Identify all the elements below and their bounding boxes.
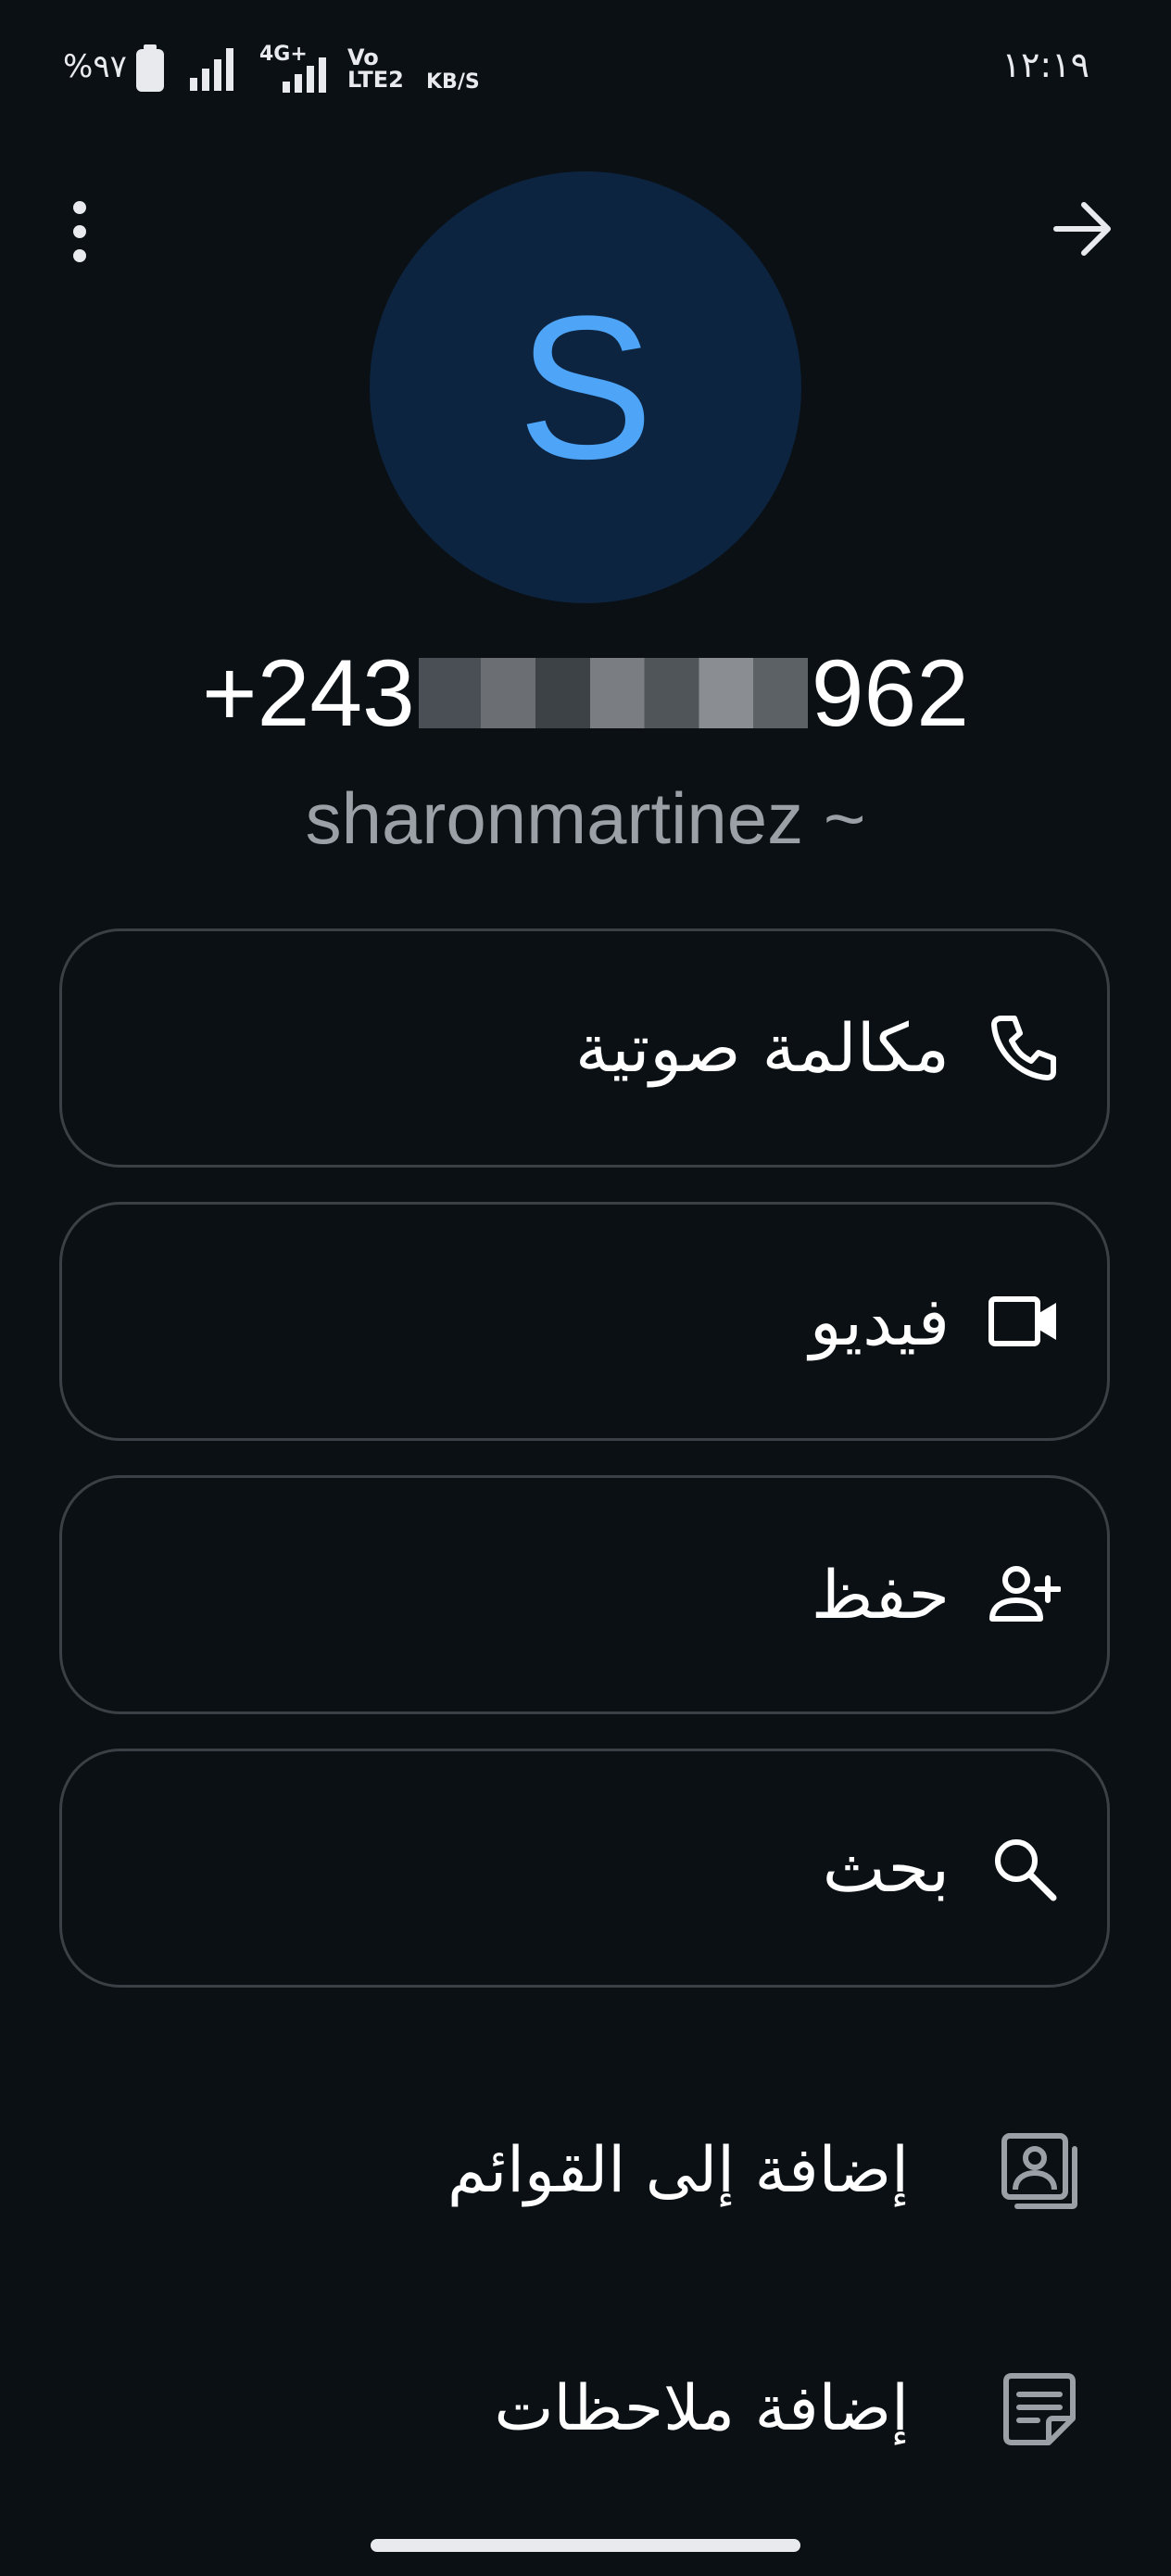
phone-prefix: +243: [202, 640, 415, 747]
phone-suffix: 962: [811, 640, 969, 747]
add-to-lists-item[interactable]: إضافة إلى القوائم: [0, 2078, 1171, 2264]
voice-call-button[interactable]: مكالمة صوتية: [59, 928, 1110, 1168]
search-label: بحث: [822, 1829, 950, 1907]
search-button[interactable]: بحث: [59, 1749, 1110, 1988]
video-call-label: فيديو: [809, 1282, 950, 1360]
video-icon: [988, 1296, 1056, 1346]
username: sharonmartinez ~: [305, 777, 866, 859]
back-arrow-icon[interactable]: [1052, 198, 1114, 259]
phone-number: +243 962: [0, 630, 1171, 749]
signal-icon: [190, 48, 233, 91]
signal-2-icon: [283, 57, 326, 93]
add-notes-label: إضافة ملاحظات: [494, 2372, 909, 2445]
search-icon: [995, 1839, 1057, 1901]
avatar-letter: S: [517, 273, 654, 501]
add-to-lists-label: إضافة إلى القوائم: [447, 2134, 909, 2207]
status-bar: %٩٧ 4G+ Vo LTE2 KB/S ١٢:١٩: [0, 0, 1171, 139]
phone-icon: [991, 1016, 1056, 1080]
avatar[interactable]: S: [370, 171, 801, 603]
volte-label: Vo LTE2: [347, 44, 404, 93]
add-person-icon: [989, 1566, 1061, 1622]
contact-list-icon: [1001, 2133, 1077, 2209]
battery-percent: %٩٧: [63, 48, 127, 85]
note-icon: [1003, 2373, 1076, 2445]
clock: ١٢:١٩: [1001, 44, 1089, 85]
voice-call-label: مكالمة صوتية: [574, 1009, 950, 1087]
save-contact-label: حفظ: [811, 1556, 950, 1634]
video-call-button[interactable]: فيديو: [59, 1202, 1110, 1441]
add-notes-item[interactable]: إضافة ملاحظات: [0, 2317, 1171, 2502]
save-contact-button[interactable]: حفظ: [59, 1475, 1110, 1714]
redacted-digits: [418, 658, 808, 729]
home-indicator[interactable]: [371, 2539, 800, 2552]
more-options-icon[interactable]: [67, 200, 93, 263]
speed-unit: KB/S: [426, 70, 480, 94]
battery-icon: [136, 44, 164, 92]
